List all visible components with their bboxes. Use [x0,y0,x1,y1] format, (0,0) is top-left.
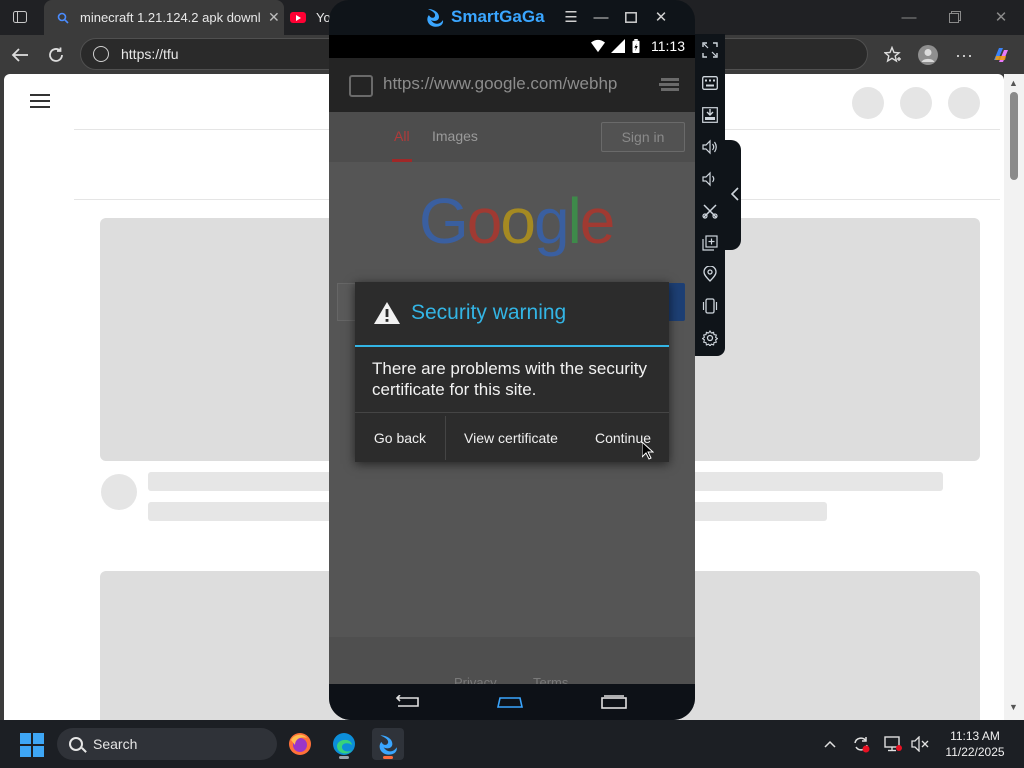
windows-start-icon[interactable] [20,733,44,757]
emulator-menu-icon[interactable]: ☰ [561,7,581,27]
scroll-up-icon[interactable]: ▲ [1009,78,1018,88]
collapse-chevron-icon[interactable] [727,186,743,202]
running-indicator [383,756,393,759]
more-menu-icon[interactable]: ··· [951,42,977,68]
google-footer: Privacy Terms [329,637,695,690]
emulator-close-icon[interactable]: ✕ [651,7,671,27]
emulator-title-bar: SmartGaGa ☰ — ✕ [329,0,695,35]
sign-in-button[interactable]: Sign in [601,122,685,152]
running-indicator [339,756,349,759]
google-logo: Google [419,185,615,257]
dialog-title: Security warning [411,301,567,324]
screenshot-scissors-icon[interactable] [702,203,718,219]
skeleton-avatar [900,87,932,119]
show-hidden-icons-icon[interactable] [820,734,840,754]
view-certificate-button[interactable]: View certificate [446,413,576,462]
globe-icon [93,46,109,62]
dialog-title-divider [355,345,669,347]
location-icon[interactable] [702,266,718,282]
fullscreen-icon[interactable] [702,42,718,58]
smartgaga-logo-icon [427,9,444,27]
emulator-maximize-icon[interactable] [621,7,641,27]
go-back-button[interactable]: Go back [355,413,445,462]
profile-avatar[interactable] [915,42,941,68]
volume-muted-icon[interactable] [910,734,930,754]
scroll-down-icon[interactable]: ▼ [1009,702,1018,712]
close-tab-icon[interactable]: ✕ [268,9,280,26]
apk-install-icon[interactable] [702,107,718,123]
tab-actions-icon[interactable] [7,4,33,30]
google-tabs: All Images Sign in [329,112,695,162]
youtube-icon [290,12,306,23]
volume-down-icon[interactable] [702,171,718,187]
network-icon[interactable] [883,734,903,754]
wifi-icon [591,39,605,53]
mobile-browser-bar: https://www.google.com/webhp [329,58,695,112]
home-nav-icon[interactable] [495,692,525,712]
mobile-url[interactable]: https://www.google.com/webhp [383,74,637,94]
battery-icon [632,39,640,53]
favorites-icon[interactable] [880,42,906,68]
mouse-cursor-icon [642,442,654,460]
site-info-icon[interactable] [349,75,373,97]
skeleton-avatar [948,87,980,119]
firefox-app-icon[interactable] [284,728,316,760]
taskbar-clock[interactable]: 11:13 AM 11/22/2025 [940,728,1010,760]
active-tab-indicator [392,159,412,162]
reload-icon[interactable] [43,42,69,68]
tab-minecraft[interactable]: minecraft 1.21.124.2 apk downloa ✕ [44,0,284,35]
volume-up-icon[interactable] [702,139,718,155]
tab-title: minecraft 1.21.124.2 apk downloa [80,10,260,25]
signal-icon [611,39,625,53]
status-time: 11:13 [651,38,685,54]
keyboard-icon[interactable] [702,75,718,91]
continue-button[interactable]: Continue [577,413,669,462]
clock-date: 11/22/2025 [945,745,1005,759]
android-status-bar: 11:13 [329,35,695,58]
hamburger-menu-icon[interactable] [30,94,50,108]
restore-icon[interactable] [942,4,968,30]
dialog-message: There are problems with the security cer… [372,359,647,399]
search-favicon-icon [56,11,70,25]
tab-images[interactable]: Images [432,128,478,144]
shake-icon[interactable] [702,298,718,314]
tab-all[interactable]: All [394,128,410,144]
smartgaga-app-icon[interactable] [372,728,404,760]
close-window-icon[interactable]: ✕ [988,4,1014,30]
search-box-edge [337,283,357,321]
settings-gear-icon[interactable] [702,330,718,346]
skeleton-avatar [101,474,137,510]
edge-app-icon[interactable] [328,728,360,760]
clock-time: 11:13 AM [950,729,1000,743]
android-nav-bar [329,684,695,720]
scrollbar-thumb[interactable] [1010,92,1018,180]
address-text: https://tfu [121,46,179,62]
taskbar-search-label: Search [93,736,138,752]
copilot-icon[interactable] [988,42,1014,68]
emulator-minimize-icon[interactable]: — [591,7,611,27]
back-icon[interactable] [7,42,33,68]
desktop: minecraft 1.21.124.2 apk downloa ✕ You —… [0,0,1024,768]
minimize-icon[interactable]: — [896,4,922,30]
multi-instance-icon[interactable] [702,235,718,251]
page-scrollbar[interactable]: ▲ ▼ [1004,74,1024,720]
back-nav-icon[interactable] [393,692,423,712]
windows-taskbar: Search 11:13 AM 11/22/2025 [0,720,1024,768]
search-icon [69,737,83,751]
recents-nav-icon[interactable] [599,692,629,712]
tabs-menu-icon[interactable] [659,76,681,94]
warning-icon [374,302,400,324]
taskbar-search[interactable]: Search [57,728,277,760]
skeleton-avatar [852,87,884,119]
security-warning-dialog: Security warning There are problems with… [355,282,669,462]
smartgaga-logo: SmartGaGa [425,6,545,28]
sync-icon[interactable] [851,734,871,754]
app-name: SmartGaGa [451,7,545,26]
